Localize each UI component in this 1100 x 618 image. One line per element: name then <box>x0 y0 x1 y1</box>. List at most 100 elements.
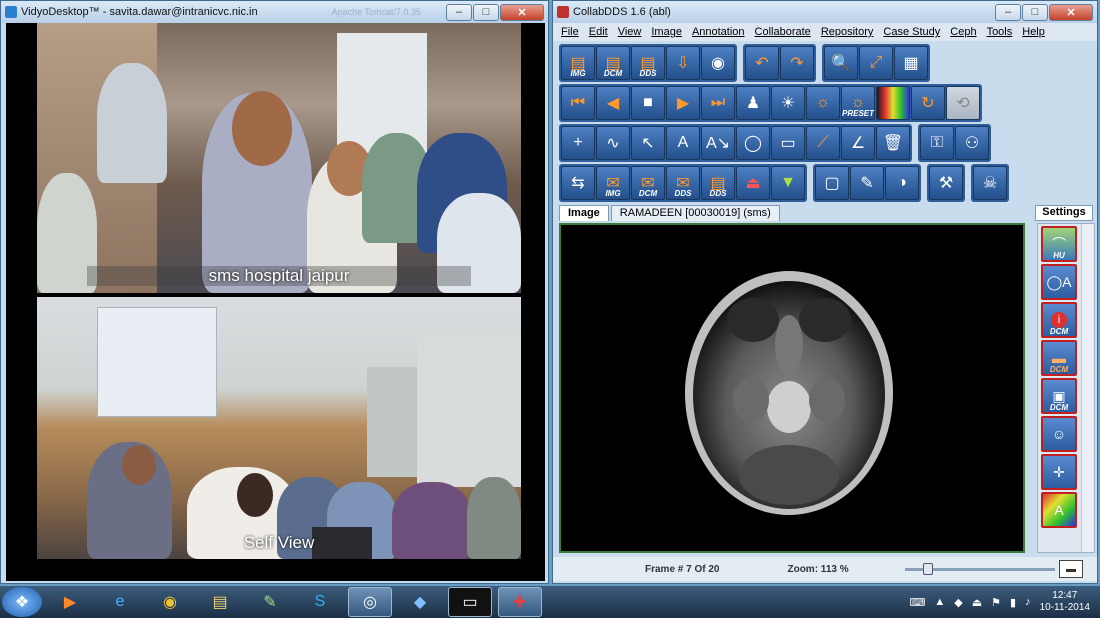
media-player-icon[interactable]: ▶ <box>48 587 92 617</box>
collapse-button[interactable]: ▬ <box>1059 560 1083 578</box>
open-img-button[interactable]: ▤ IMG <box>561 46 595 80</box>
crosshair-icon[interactable]: + <box>561 126 595 160</box>
camera-button[interactable]: ◉ <box>701 46 735 80</box>
annotation-settings-icon[interactable]: ◯A <box>1041 264 1077 300</box>
sidebar-scrollbar[interactable] <box>1081 224 1093 552</box>
vidyo-taskbar-icon[interactable]: ◎ <box>348 587 392 617</box>
color-text-icon[interactable]: A <box>1041 492 1077 528</box>
network-icon[interactable]: ▮ <box>1010 596 1016 609</box>
text-arrow-icon[interactable]: A↘ <box>701 126 735 160</box>
self-view-video[interactable]: Self View <box>37 297 521 559</box>
dicom-info-icon[interactable]: i DCM <box>1041 302 1077 338</box>
share-users-icon[interactable]: ⚇ <box>955 126 989 160</box>
notepad-icon[interactable]: ✎ <box>248 587 292 617</box>
dicom-ruler-icon[interactable]: ▬ DCM <box>1041 340 1077 376</box>
collab-titlebar[interactable]: CollabDDS 1.6 (abl) – □ ✕ <box>553 1 1097 23</box>
show-hidden-icons-icon[interactable]: ▲ <box>934 596 945 608</box>
fit-screen-icon[interactable]: ⤢ <box>859 46 893 80</box>
ellipse-icon[interactable]: ◯ <box>736 126 770 160</box>
minimize-button[interactable]: – <box>446 3 472 21</box>
zoom-icon[interactable]: 🔍 <box>824 46 858 80</box>
freehand-icon[interactable]: ∿ <box>596 126 630 160</box>
menu-annotation[interactable]: Annotation <box>692 26 745 38</box>
open-dcm-button[interactable]: ▤ DCM <box>596 46 630 80</box>
vidyo-titlebar[interactable]: VidyoDesktop™ - savita.dawar@intranicvc.… <box>1 1 548 23</box>
skull-icon[interactable]: ☠ <box>973 166 1007 200</box>
next-frame-icon[interactable]: ▶ <box>666 86 700 120</box>
menu-image[interactable]: Image <box>651 26 682 38</box>
skype-icon[interactable]: S <box>298 587 342 617</box>
reset-icon[interactable]: ⟲ <box>946 86 980 120</box>
close-button[interactable]: ✕ <box>500 3 544 21</box>
send-img-button[interactable]: ✉ IMG <box>596 166 630 200</box>
new-document-icon[interactable]: ▢ <box>815 166 849 200</box>
zoom-slider[interactable] <box>905 563 1055 575</box>
menu-view[interactable]: View <box>618 26 642 38</box>
start-button[interactable]: ❖ <box>2 587 42 617</box>
dropbox-icon[interactable]: ◆ <box>954 596 962 609</box>
chat-user-icon[interactable]: ☺ <box>1041 416 1077 452</box>
internet-explorer-icon[interactable]: e <box>98 587 142 617</box>
compass-icon[interactable]: ✛ <box>1041 454 1077 490</box>
keyboard-icon[interactable]: ⌨ <box>909 596 925 609</box>
file-explorer-icon[interactable]: ▤ <box>198 587 242 617</box>
close-button[interactable]: ✕ <box>1049 3 1093 21</box>
edit-document-icon[interactable]: ✎ <box>850 166 884 200</box>
chrome-icon[interactable]: ◉ <box>148 587 192 617</box>
menu-help[interactable]: Help <box>1022 26 1045 38</box>
color-map-icon[interactable] <box>876 86 910 120</box>
image-viewer[interactable] <box>559 223 1025 553</box>
text-icon[interactable]: A <box>666 126 700 160</box>
person-icon[interactable]: ♟ <box>736 86 770 120</box>
lock-users-icon[interactable]: ⚿ <box>920 126 954 160</box>
usb-icon[interactable]: ⏏ <box>972 596 982 609</box>
rectangle-icon[interactable]: ▭ <box>771 126 805 160</box>
download-folder-button[interactable]: ⇩ <box>666 46 700 80</box>
arrow-icon[interactable]: ↖ <box>631 126 665 160</box>
send-dds-button[interactable]: ✉ DDS <box>666 166 700 200</box>
tools-icon[interactable]: ⚒ <box>929 166 963 200</box>
dicom-thumbnail-icon[interactable]: ▣ DCM <box>1041 378 1077 414</box>
menu-edit[interactable]: Edit <box>589 26 608 38</box>
send-dcm-button[interactable]: ✉ DCM <box>631 166 665 200</box>
redo-icon[interactable]: ↷ <box>780 46 814 80</box>
open-dds-button[interactable]: ▤ DDS <box>631 46 665 80</box>
cine-camera-icon[interactable]: ■ <box>631 86 665 120</box>
maximize-button[interactable]: □ <box>1022 3 1048 21</box>
action-center-icon[interactable]: ⚑ <box>991 596 1001 609</box>
angle-icon[interactable]: ∠ <box>841 126 875 160</box>
tab-settings[interactable]: Settings <box>1035 205 1093 221</box>
contrast-icon[interactable]: ☼ <box>806 86 840 120</box>
calculator-icon[interactable]: ▦ <box>894 46 928 80</box>
eject-icon[interactable]: ⏏ <box>736 166 770 200</box>
tab-patient[interactable]: RAMADEEN [00030019] (sms) <box>610 205 780 221</box>
volume-icon[interactable]: ♪ <box>1025 596 1031 608</box>
zoom-slider-thumb[interactable] <box>923 563 933 575</box>
prev-frame-icon[interactable]: ◀ <box>596 86 630 120</box>
preset-icon[interactable]: ☼ PRESET <box>841 86 875 120</box>
undo-icon[interactable]: ↶ <box>745 46 779 80</box>
menu-ceph[interactable]: Ceph <box>950 26 976 38</box>
last-frame-icon[interactable]: ⏭ <box>701 86 735 120</box>
menu-file[interactable]: File <box>561 26 579 38</box>
down-arrow-icon[interactable]: ▼ <box>771 166 805 200</box>
maximize-button[interactable]: □ <box>473 3 499 21</box>
ruler-icon[interactable]: ⟋ <box>806 126 840 160</box>
remote-video[interactable]: sms hospital jaipur <box>37 23 521 293</box>
console-taskbar-icon[interactable]: ▭ <box>448 587 492 617</box>
connect-icon[interactable]: ⇆ <box>561 166 595 200</box>
clock[interactable]: 12:47 10-11-2014 <box>1040 590 1090 614</box>
rotate-icon[interactable]: ↻ <box>911 86 945 120</box>
minimize-button[interactable]: – <box>995 3 1021 21</box>
folder-dds-button[interactable]: ▤ DDS <box>701 166 735 200</box>
trash-icon[interactable]: 🗑 <box>876 126 910 160</box>
tab-image[interactable]: Image <box>559 205 609 221</box>
menu-tools[interactable]: Tools <box>987 26 1013 38</box>
paint-icon[interactable]: ◆ <box>398 587 442 617</box>
menu-repository[interactable]: Repository <box>821 26 874 38</box>
hu-histogram-icon[interactable]: ⌒ HU <box>1041 226 1077 262</box>
menu-case-study[interactable]: Case Study <box>883 26 940 38</box>
collabdds-taskbar-icon[interactable]: ✚ <box>498 587 542 617</box>
menu-collaborate[interactable]: Collaborate <box>755 26 811 38</box>
view-document-icon[interactable]: ◑ <box>885 166 919 200</box>
